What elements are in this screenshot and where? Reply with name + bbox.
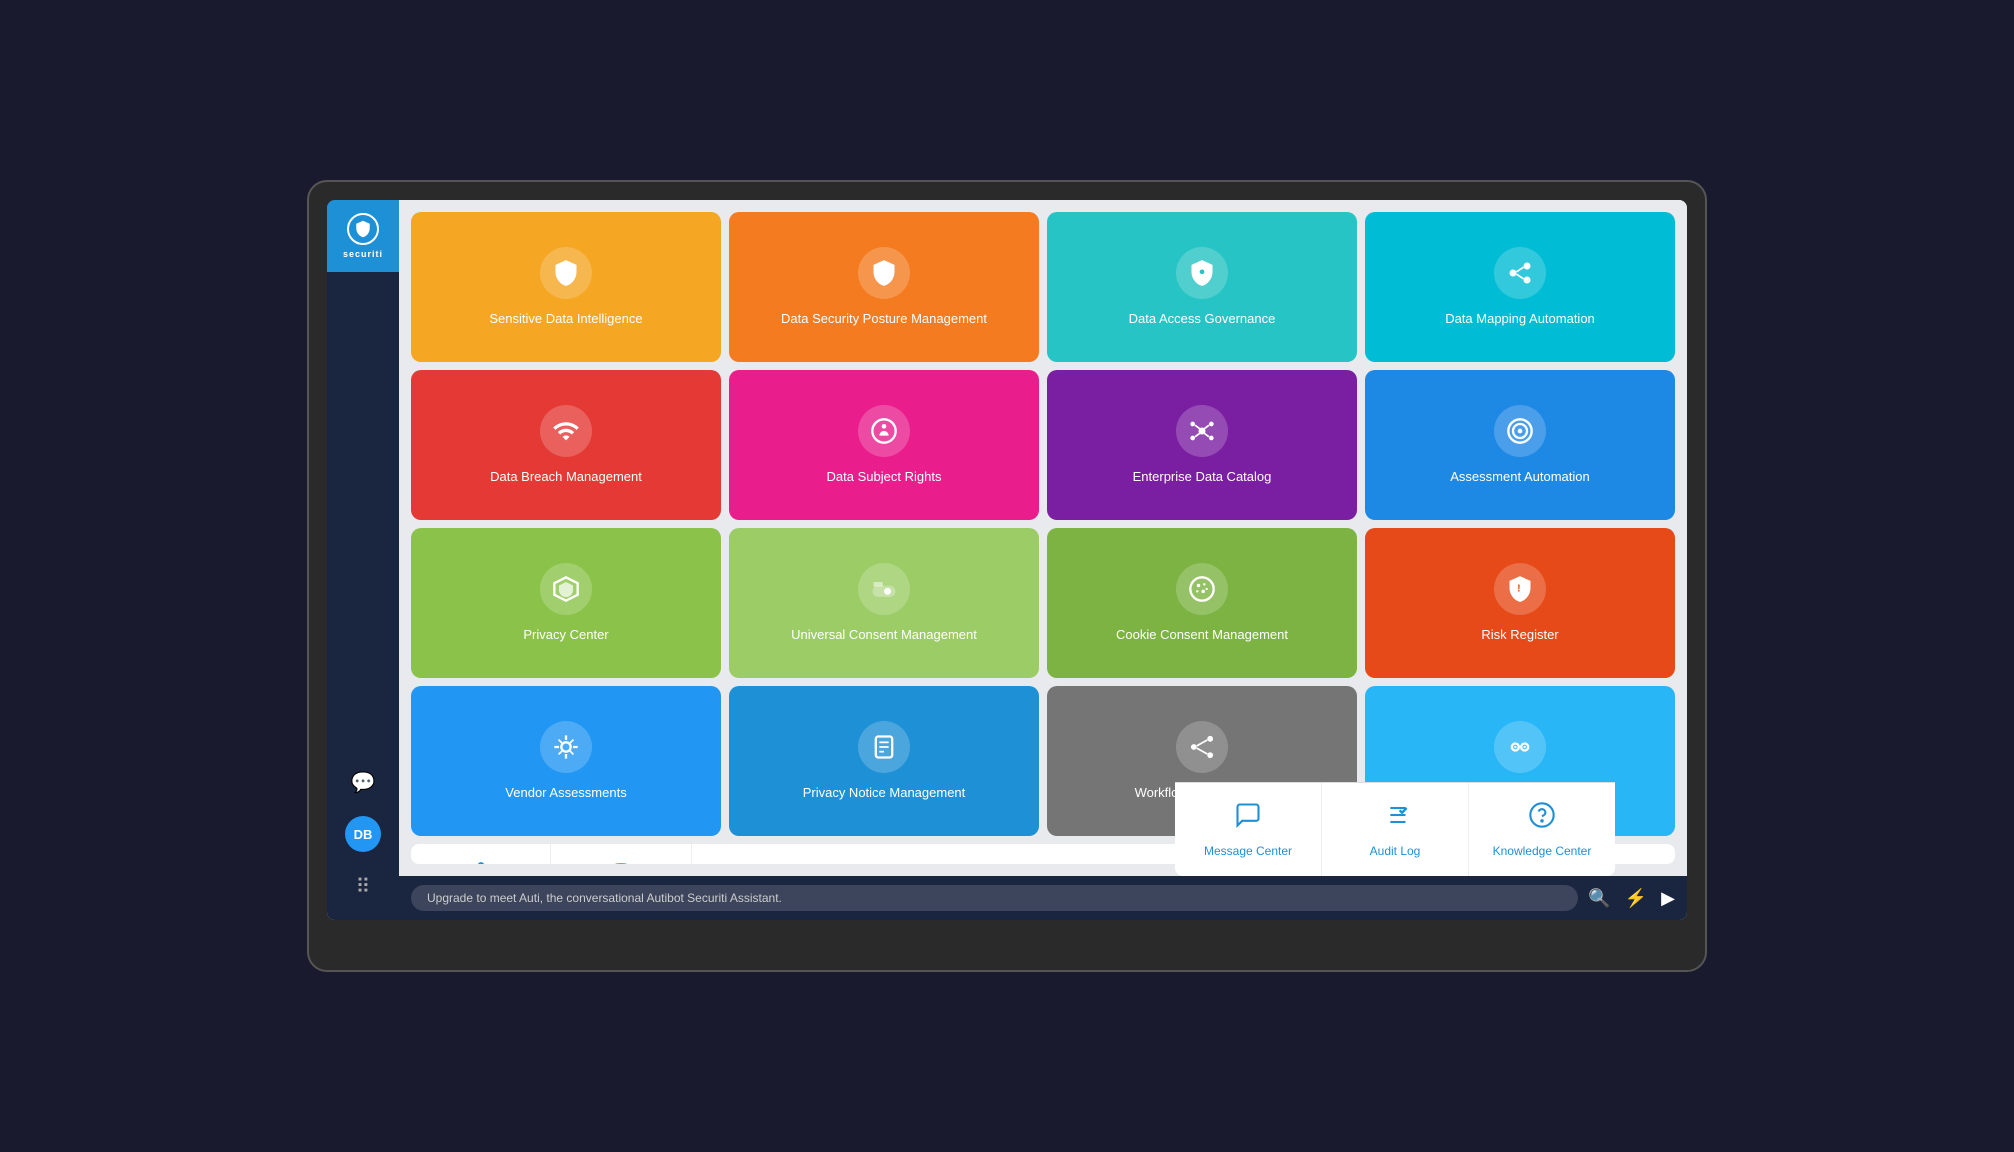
assessment-icon bbox=[1494, 405, 1546, 457]
tile-risk-register[interactable]: ! Risk Register bbox=[1365, 528, 1675, 678]
privacy-notice-label: Privacy Notice Management bbox=[803, 785, 966, 802]
assessment-label: Assessment Automation bbox=[1450, 469, 1589, 486]
data-access-icon bbox=[1176, 247, 1228, 299]
tile-privacy-center[interactable]: Privacy Center bbox=[411, 528, 721, 678]
settings-tile[interactable]: Settings bbox=[411, 844, 551, 864]
cookie-consent-label: Cookie Consent Management bbox=[1116, 627, 1288, 644]
workflow-icon bbox=[1176, 721, 1228, 773]
privacy-notice-icon bbox=[858, 721, 910, 773]
tile-privacy-notice[interactable]: Privacy Notice Management bbox=[729, 686, 1039, 836]
audit-log-icon bbox=[1381, 801, 1409, 836]
sensitive-data-icon bbox=[540, 247, 592, 299]
sidebar-logo[interactable]: securiti bbox=[327, 200, 399, 272]
search-footer-icon[interactable]: 🔍 bbox=[1588, 888, 1610, 909]
chat-icon[interactable]: 💬 bbox=[345, 764, 381, 800]
tile-sensitive-data-intelligence[interactable]: Sensitive Data Intelligence bbox=[411, 212, 721, 362]
knowledge-center-icon bbox=[1528, 801, 1556, 836]
cookie-consent-icon bbox=[1176, 563, 1228, 615]
tile-universal-consent[interactable]: Universal Consent Management bbox=[729, 528, 1039, 678]
logo-icon bbox=[347, 213, 379, 245]
right-bottom-tiles: Message Center Audit Log bbox=[1175, 782, 1615, 876]
data-breach-icon bbox=[540, 405, 592, 457]
tile-cookie-consent[interactable]: Cookie Consent Management bbox=[1047, 528, 1357, 678]
privacy-center-label: Privacy Center bbox=[523, 627, 608, 644]
data-security-icon bbox=[858, 247, 910, 299]
laptop-frame: securiti 💬 DB ⠿ bbox=[307, 180, 1707, 972]
data-systems-icon bbox=[607, 862, 635, 864]
data-subject-label: Data Subject Rights bbox=[827, 469, 942, 486]
universal-consent-label: Universal Consent Management bbox=[791, 627, 977, 644]
bottom-left: Settings bbox=[411, 844, 832, 864]
data-access-label: Data Access Governance bbox=[1129, 311, 1276, 328]
tile-data-subject-rights[interactable]: Data Subject Rights bbox=[729, 370, 1039, 520]
data-subject-icon bbox=[858, 405, 910, 457]
tile-row-1: Sensitive Data Intelligence Data Securit… bbox=[411, 212, 1675, 362]
tile-data-breach[interactable]: Data Breach Management bbox=[411, 370, 721, 520]
deployment-icon bbox=[748, 862, 776, 864]
tile-data-access-governance[interactable]: Data Access Governance bbox=[1047, 212, 1357, 362]
data-mapping-label: Data Mapping Automation bbox=[1445, 311, 1595, 328]
message-center-label: Message Center bbox=[1204, 844, 1292, 858]
tile-data-security-posture[interactable]: Data Security Posture Management bbox=[729, 212, 1039, 362]
message-center-icon bbox=[1234, 801, 1262, 836]
tile-vendor-assessments[interactable]: Vendor Assessments bbox=[411, 686, 721, 836]
audit-log-label: Audit Log bbox=[1370, 844, 1421, 858]
footer-icons: 🔍 ⚡ ▶ bbox=[1588, 888, 1675, 909]
vendor-assessments-label: Vendor Assessments bbox=[505, 785, 626, 802]
tile-enterprise-data-catalog[interactable]: Enterprise Data Catalog bbox=[1047, 370, 1357, 520]
tile-row-3: Privacy Center Universal Consent Managem… bbox=[411, 528, 1675, 678]
vendor-assessments-icon bbox=[540, 721, 592, 773]
tile-row-2: Data Breach Management Data Subject Righ… bbox=[411, 370, 1675, 520]
sidebar: securiti 💬 DB ⠿ bbox=[327, 200, 399, 920]
logo-text: securiti bbox=[343, 249, 383, 259]
data-systems-tile[interactable]: Data Systems bbox=[551, 844, 691, 864]
svg-text:!: ! bbox=[1517, 582, 1521, 594]
play-footer-icon[interactable]: ▶ bbox=[1661, 888, 1675, 909]
message-center-tile[interactable]: Message Center bbox=[1175, 783, 1322, 876]
privacyops-icon bbox=[1494, 721, 1546, 773]
footer-bar: Upgrade to meet Auti, the conversational… bbox=[399, 876, 1687, 920]
apps-icon[interactable]: ⠿ bbox=[345, 868, 381, 904]
grid-area: Sensitive Data Intelligence Data Securit… bbox=[399, 200, 1687, 876]
avatar[interactable]: DB bbox=[345, 816, 381, 852]
data-security-label: Data Security Posture Management bbox=[781, 311, 987, 328]
risk-register-icon: ! bbox=[1494, 563, 1546, 615]
privacy-center-icon bbox=[540, 563, 592, 615]
deployment-tile[interactable]: Deployment bbox=[692, 844, 832, 864]
sidebar-bottom: 💬 DB ⠿ bbox=[345, 764, 381, 920]
chat-prompt[interactable]: Upgrade to meet Auti, the conversational… bbox=[411, 885, 1578, 911]
knowledge-center-label: Knowledge Center bbox=[1493, 844, 1592, 858]
tile-data-mapping[interactable]: Data Mapping Automation bbox=[1365, 212, 1675, 362]
tile-assessment-automation[interactable]: Assessment Automation bbox=[1365, 370, 1675, 520]
filter-footer-icon[interactable]: ⚡ bbox=[1625, 888, 1647, 909]
enterprise-data-icon bbox=[1176, 405, 1228, 457]
sensitive-data-label: Sensitive Data Intelligence bbox=[489, 311, 642, 328]
audit-log-tile[interactable]: Audit Log bbox=[1322, 783, 1469, 876]
enterprise-data-label: Enterprise Data Catalog bbox=[1133, 469, 1272, 486]
settings-icon bbox=[467, 862, 495, 864]
screen: securiti 💬 DB ⠿ bbox=[327, 200, 1687, 920]
universal-consent-icon bbox=[858, 563, 910, 615]
knowledge-center-tile[interactable]: Knowledge Center bbox=[1469, 783, 1615, 876]
data-breach-label: Data Breach Management bbox=[490, 469, 642, 486]
risk-register-label: Risk Register bbox=[1481, 627, 1558, 644]
data-mapping-icon bbox=[1494, 247, 1546, 299]
